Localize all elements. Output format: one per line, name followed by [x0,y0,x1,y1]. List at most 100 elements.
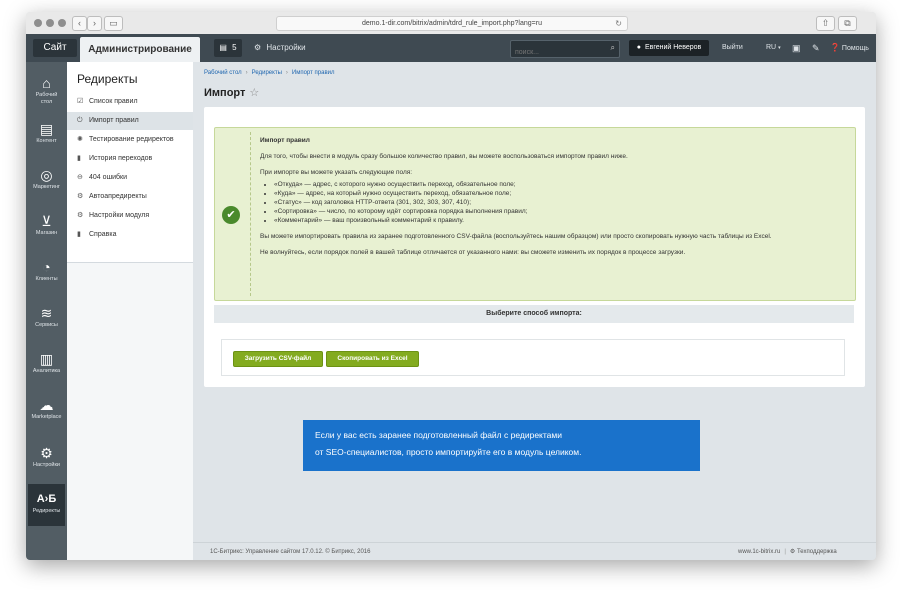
sidebar-item-desktop[interactable]: ⌂ Рабочий стол [26,68,67,112]
note-text: Импорт правил Для того, чтобы внести в м… [260,136,845,264]
menu-item-label: Импорт правил [89,117,139,124]
notifications-button[interactable]: ▤ 5 [214,39,242,57]
footer-site-link[interactable]: www.1c-bitrix.ru [738,549,780,555]
language-label: RU [766,44,777,51]
site-tab[interactable]: Сайт [33,39,77,57]
note-order-text: Не волнуйтесь, если порядок полей в ваше… [260,249,686,256]
list-item: «Куда» — адрес, на который нужно осущест… [274,189,845,198]
breadcrumb-item[interactable]: Рабочий стол [204,70,242,76]
menu-item-history[interactable]: ▮ История переходов [67,150,193,168]
book-icon: ▮ [77,231,81,238]
layers-icon: ≋ [40,305,53,321]
module-menu: Редиректы ☑ Список правил ⏻ Импорт правил … [67,62,194,560]
close-window-button[interactable] [34,19,42,27]
sidebar-item-redirects[interactable]: A›Б Редиректы [28,484,65,526]
menu-title: Редиректы [77,72,138,86]
import-method-heading: Выберите способ импорта: [214,305,854,323]
gear-icon: ⚙ [40,445,53,461]
minimize-window-button[interactable] [46,19,54,27]
browser-toolbar: ‹ › ▭ demo.1-dir.com/bitrix/admin/tdrd_r… [26,12,876,35]
sidebar-item-label: Marketplace [31,414,62,420]
forward-icon[interactable]: › [87,16,102,31]
copy-excel-button[interactable]: Скопировать из Excel [326,351,419,367]
breadcrumb-item[interactable]: Редиректы [252,70,282,76]
list-icon: ☑ [77,98,84,105]
import-panel: ✔ Импорт правил Для того, чтобы внести в… [204,107,865,387]
breadcrumb-item[interactable]: Импорт правил [292,70,335,76]
note-intro: Для того, чтобы внести в модуль сразу бо… [260,153,628,160]
user-button[interactable]: ● Евгений Неверов [629,40,709,56]
logout-link[interactable]: Выйти [722,34,743,62]
sidebar-item-analytics[interactable]: ▥ Аналитика [26,344,67,388]
panel-icon[interactable]: ▣ [792,34,801,62]
target-icon: ◎ [40,167,53,183]
gear-icon: ⚙ [254,43,262,52]
sidebar-item-label: Магазин [35,230,58,236]
sidebar-item-marketing[interactable]: ◎ Маркетинг [26,160,67,204]
menu-item-module-settings[interactable]: ⚙ Настройки модуля [67,207,193,225]
tabs-icon[interactable]: ⧉ [838,16,857,31]
home-icon: ⌂ [42,75,51,91]
star-icon[interactable]: ☆ [249,87,259,99]
menu-item-404-errors[interactable]: ⊖ 404 ошибки [67,169,193,187]
settings-label: Настройки [266,43,306,52]
sidebar-item-services[interactable]: ≋ Сервисы [26,298,67,342]
breadcrumb-separator: › [285,70,288,76]
menu-item-import-rules[interactable]: ⏻ Импорт правил [67,112,193,130]
back-icon[interactable]: ‹ [72,16,87,31]
sidebar-item-label: Маркетинг [33,184,60,190]
reload-icon[interactable]: ↻ [615,17,622,30]
gear-icon: ⚙ [77,212,84,219]
search-icon[interactable]: ⌕ [611,43,615,53]
menu-item-test-redirects[interactable]: ✺ Тестирование редиректов [67,131,193,149]
search-box[interactable]: ⌕ [510,40,620,60]
share-icon[interactable]: ⇧ [816,16,835,31]
sidebar-item-content[interactable]: ▤ Контент [26,114,67,158]
menu-item-help[interactable]: ▮ Справка [67,226,193,244]
notifications-count: 5 [232,43,237,52]
import-icon: ⏻ [77,117,83,124]
main-content: Рабочий стол › Редиректы › Импорт правил Имп… [193,62,876,560]
language-select[interactable]: RU ▾ [766,34,781,62]
user-icon: ● [636,44,641,51]
sidebar-item-marketplace[interactable]: ☁ Marketplace [26,390,67,434]
settings-link[interactable]: ⚙ Настройки [254,34,306,62]
sidebar-toggle-icon[interactable]: ▭ [104,16,123,31]
menu-item-label: 404 ошибки [89,174,128,181]
sidebar-item-clients[interactable]: ◔ Клиенты [26,252,67,296]
notifications-icon: ▤ [219,43,227,52]
sidebar-item-settings[interactable]: ⚙ Настройки [26,438,67,482]
cart-icon: ⊻ [41,213,52,229]
help-label: Помощь [841,45,869,52]
menu-item-label: Настройки модуля [89,212,150,219]
help-link[interactable]: ❓ Помощь [830,34,869,62]
menu-item-label: Тестирование редиректов [89,136,174,143]
footer-support-link[interactable]: Техподдержка [797,549,837,555]
sidebar-item-label: Рабочий стол [35,92,58,105]
list-item: «Откуда» — адрес, с которого нужно осуще… [274,180,845,189]
sidebar-item-label: Контент [36,138,57,144]
footer-separator: | [784,549,786,555]
menu-item-rules-list[interactable]: ☑ Список правил [67,93,193,111]
zoom-window-button[interactable] [58,19,66,27]
admin-tab[interactable]: Администрирование [80,37,200,62]
upload-csv-button[interactable]: Загрузить CSV-файл [233,351,323,367]
menu-item-autoredirects[interactable]: ⚙ Автоапредиректы [67,188,193,206]
search-input[interactable] [511,45,609,60]
footer-links: www.1c-bitrix.ru | ⚙ Техподдержка [738,543,837,560]
footer-copyright: 1С-Битрикс: Управление сайтом 17.0.12. ©… [210,549,371,555]
breadcrumb: Рабочий стол › Редиректы › Импорт правил [204,70,335,76]
pin-icon[interactable]: ✎ [812,34,820,62]
info-note: ✔ Импорт правил Для того, чтобы внести в… [214,127,856,301]
gear-icon: ⚙ [789,549,796,555]
tooltip-line: от SEO-специалистов, просто импортируйте… [315,447,582,457]
ab-redirect-icon: A›Б [36,493,57,505]
document-icon: ▤ [39,121,54,137]
note-csv-text: Вы можете импортировать правила из заран… [260,233,772,240]
sidebar-item-label: Клиенты [35,276,58,282]
lightbulb-icon: ✺ [77,136,83,143]
address-bar[interactable]: demo.1-dir.com/bitrix/admin/tdrd_rule_im… [276,16,628,31]
sidebar-item-shop[interactable]: ⊻ Магазин [26,206,67,250]
admin-topbar: Сайт Администрирование ▤ 5 ⚙ Настройки ⌕… [26,34,876,62]
address-text: demo.1-dir.com/bitrix/admin/tdrd_rule_im… [362,20,542,27]
